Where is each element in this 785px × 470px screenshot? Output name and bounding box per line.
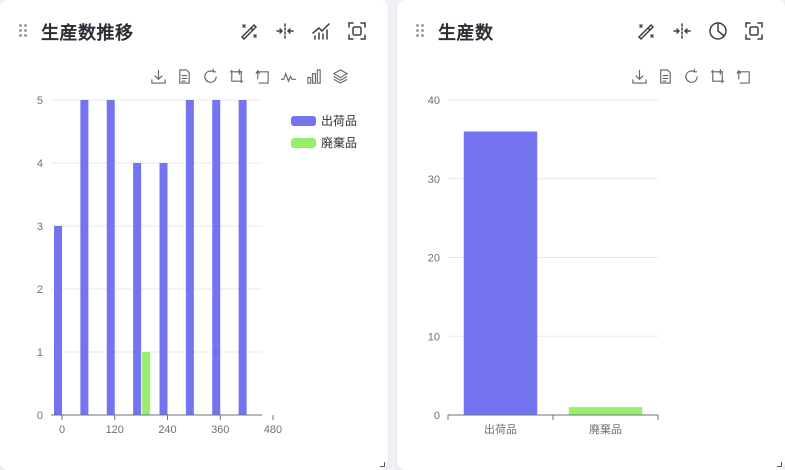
y-tick-label: 5 [37, 95, 43, 107]
y-tick-label: 2 [37, 284, 43, 296]
x-category-label: 出荷品 [484, 422, 517, 436]
bar-shipped[interactable] [185, 100, 194, 415]
bar-shipped[interactable] [238, 100, 247, 415]
bar-shipped[interactable] [212, 100, 221, 415]
chart-axes: 0 10 20 30 40 出荷品 廃棄品 [428, 95, 659, 436]
y-tick-label: 1 [37, 347, 43, 359]
x-tick-label: 480 [264, 424, 282, 436]
x-tick-label: 0 [59, 424, 65, 436]
production-total-chart: 0 10 20 30 40 出荷品 廃棄品 [428, 95, 659, 436]
bar-shipped[interactable] [106, 100, 115, 415]
y-tick-label: 4 [37, 158, 43, 170]
chart-bars [54, 100, 247, 415]
y-tick-label: 40 [428, 95, 440, 107]
y-tick-label: 0 [37, 410, 43, 422]
production-trend-panel: 生産数推移 0 1 2 3 4 5 0 120 240 360 480 出荷品 … [0, 0, 388, 470]
chart-bars [463, 131, 643, 416]
legend-swatch-discarded [291, 138, 316, 148]
resize-handle[interactable] [380, 462, 385, 467]
bar-shipped[interactable] [133, 163, 142, 415]
legend-label-discarded: 廃棄品 [321, 135, 357, 150]
bar-shipped[interactable] [54, 226, 62, 415]
bar-discarded[interactable] [142, 352, 151, 415]
production-total-panel: 生産数 0 10 20 30 40 出荷品 廃棄品 [397, 0, 785, 470]
x-tick-label: 120 [106, 424, 124, 436]
y-tick-label: 3 [37, 221, 43, 233]
resize-handle[interactable] [777, 462, 782, 467]
x-tick-label: 360 [211, 424, 229, 436]
y-tick-label: 10 [428, 331, 440, 343]
y-tick-label: 0 [434, 410, 440, 422]
bar-0[interactable] [463, 131, 538, 416]
legend-swatch-shipped [291, 116, 316, 126]
production-trend-chart: 0 1 2 3 4 5 0 120 240 360 480 出荷品 廃棄品 [37, 95, 357, 436]
x-category-label: 廃棄品 [589, 422, 622, 436]
legend-label-shipped: 出荷品 [321, 114, 357, 128]
bar-shipped[interactable] [159, 163, 168, 415]
x-tick-label: 240 [158, 424, 176, 436]
y-tick-label: 30 [428, 174, 440, 186]
y-tick-label: 20 [428, 253, 440, 265]
bar-shipped[interactable] [80, 100, 89, 415]
chart-legend[interactable]: 出荷品 廃棄品 [291, 114, 357, 150]
bar-1[interactable] [568, 407, 643, 415]
